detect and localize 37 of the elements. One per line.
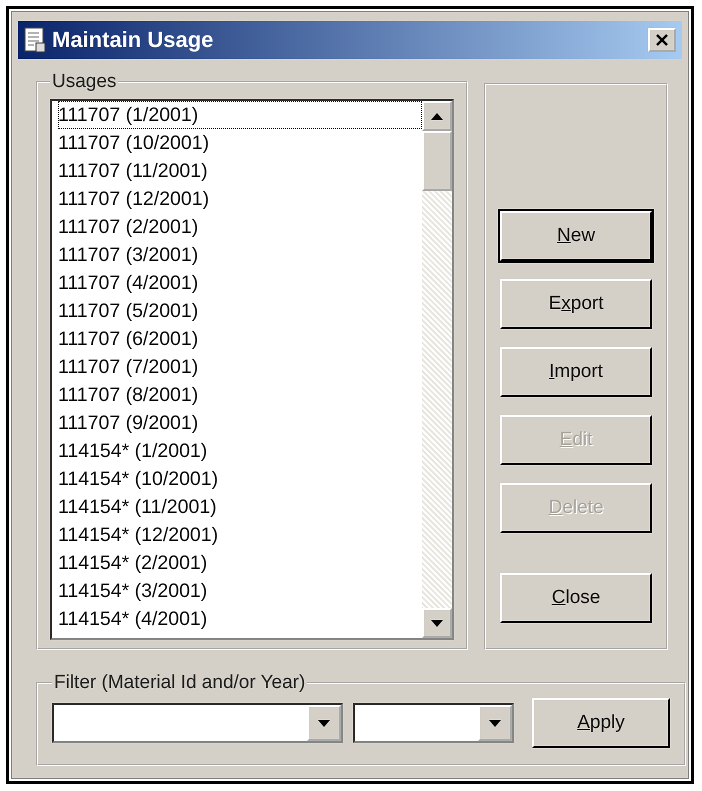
year-combo-box[interactable] [353,703,514,743]
list-item[interactable]: 114154* (12/2001) [58,521,222,549]
list-item[interactable]: 111707 (4/2001) [58,269,202,297]
list-item[interactable]: 111707 (11/2001) [58,157,212,185]
material-combo-box[interactable] [52,703,343,743]
group-label: Filter (Material Id and/or Year) [53,672,306,694]
list-item[interactable]: 111707 (2/2001) [58,213,202,241]
scroll-down-icon[interactable] [422,608,452,638]
list-item[interactable]: 111707 (9/2001) [58,409,202,437]
list-item[interactable]: 114154* (3/2001) [58,577,212,605]
list-item[interactable]: 111707 (6/2001) [58,325,202,353]
list-item[interactable]: 111707 (12/2001) [58,185,214,213]
list-item[interactable]: 114154* (4/2001) [58,605,212,633]
scrollbar[interactable] [422,101,452,638]
group-label: Usages [51,71,118,93]
dropdown-icon[interactable] [318,720,330,726]
action-button[interactable]: Import [500,347,652,397]
close-icon[interactable] [648,28,676,52]
list-item[interactable]: 114154* (2/2001) [58,549,212,577]
list-item[interactable]: 114154* (10/2001) [58,465,222,493]
window-title: Maintain Usage [52,27,214,53]
list-item[interactable]: 111707 (10/2001) [58,129,214,157]
action-button[interactable]: Close [500,573,652,623]
scroll-thumb[interactable] [422,131,452,191]
action-button[interactable]: New [500,211,652,261]
list-item[interactable]: 111707 (3/2001) [58,241,202,269]
document-icon [24,27,46,53]
list-item[interactable]: 114154* (1/2001) [58,437,212,465]
scroll-up-icon[interactable] [422,101,452,131]
list-item[interactable]: 111707 (7/2001) [58,353,202,381]
list-item[interactable]: 111707 (5/2001) [58,297,202,325]
list-item[interactable]: 111707 (1/2001) [58,101,422,129]
list-item[interactable]: 114154* (11/2001) [58,493,221,521]
list-item[interactable]: 111707 (8/2001) [58,381,202,409]
action-button[interactable]: Export [500,279,652,329]
dropdown-icon[interactable] [489,720,501,726]
apply-button[interactable]: Apply [532,698,670,748]
